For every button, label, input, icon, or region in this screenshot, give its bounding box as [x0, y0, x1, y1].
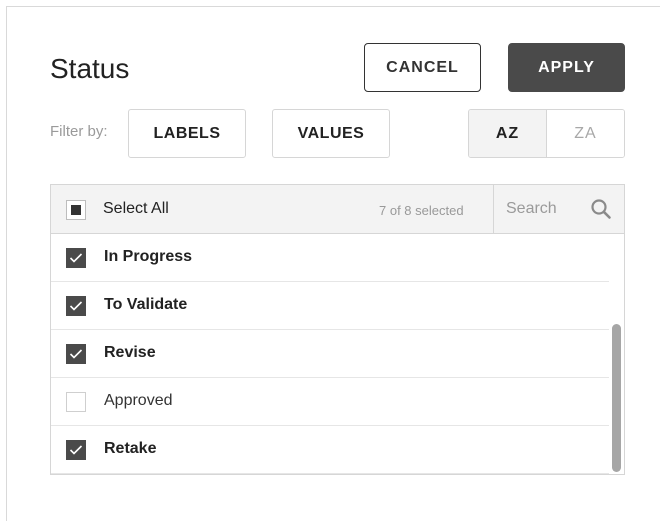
- list-item[interactable]: Approved: [51, 378, 609, 426]
- list-item[interactable]: In Progress: [51, 234, 609, 282]
- search-box: [493, 185, 624, 233]
- item-label: In Progress: [104, 248, 193, 265]
- sort-za-button[interactable]: ZA: [547, 110, 624, 157]
- list-item[interactable]: Retake: [51, 426, 609, 474]
- search-input[interactable]: [506, 197, 586, 221]
- scrollbar-thumb[interactable]: [612, 324, 621, 472]
- list-header: Select All 7 of 8 selected: [51, 185, 624, 234]
- checkmark-icon: [69, 301, 83, 311]
- select-all-label[interactable]: Select All: [103, 200, 169, 218]
- list-item[interactable]: To Validate: [51, 282, 609, 330]
- item-checkbox[interactable]: [66, 344, 86, 364]
- select-all-checkbox[interactable]: [66, 200, 86, 220]
- item-label: Approved: [104, 392, 173, 409]
- page-title: Status: [50, 53, 130, 84]
- item-checkbox[interactable]: [66, 440, 86, 460]
- list-rows: In Progress To Validate Revise Approved Reta…: [51, 234, 609, 474]
- item-label: Revise: [104, 344, 156, 361]
- filter-labels-button[interactable]: LABELS: [128, 109, 246, 158]
- list-item[interactable]: Revise: [51, 330, 609, 378]
- item-checkbox[interactable]: [66, 248, 86, 268]
- item-checkbox[interactable]: [66, 296, 86, 316]
- scrollbar-track[interactable]: [609, 234, 624, 474]
- sort-toggle-group: AZ ZA: [468, 109, 625, 158]
- apply-button[interactable]: APPLY: [508, 43, 625, 92]
- filter-values-button[interactable]: VALUES: [272, 109, 390, 158]
- status-list: Select All 7 of 8 selected In Progress To…: [50, 184, 625, 475]
- item-label: To Validate: [104, 296, 188, 313]
- checkmark-icon: [69, 253, 83, 263]
- item-checkbox[interactable]: [66, 392, 86, 412]
- checkmark-icon: [69, 445, 83, 455]
- cancel-button[interactable]: CANCEL: [364, 43, 481, 92]
- filter-by-label: Filter by:: [50, 123, 108, 140]
- item-label: Retake: [104, 440, 157, 457]
- selected-count: 7 of 8 selected: [379, 203, 464, 218]
- search-icon[interactable]: [590, 198, 612, 220]
- sort-az-button[interactable]: AZ: [469, 110, 547, 157]
- checkmark-icon: [69, 349, 83, 359]
